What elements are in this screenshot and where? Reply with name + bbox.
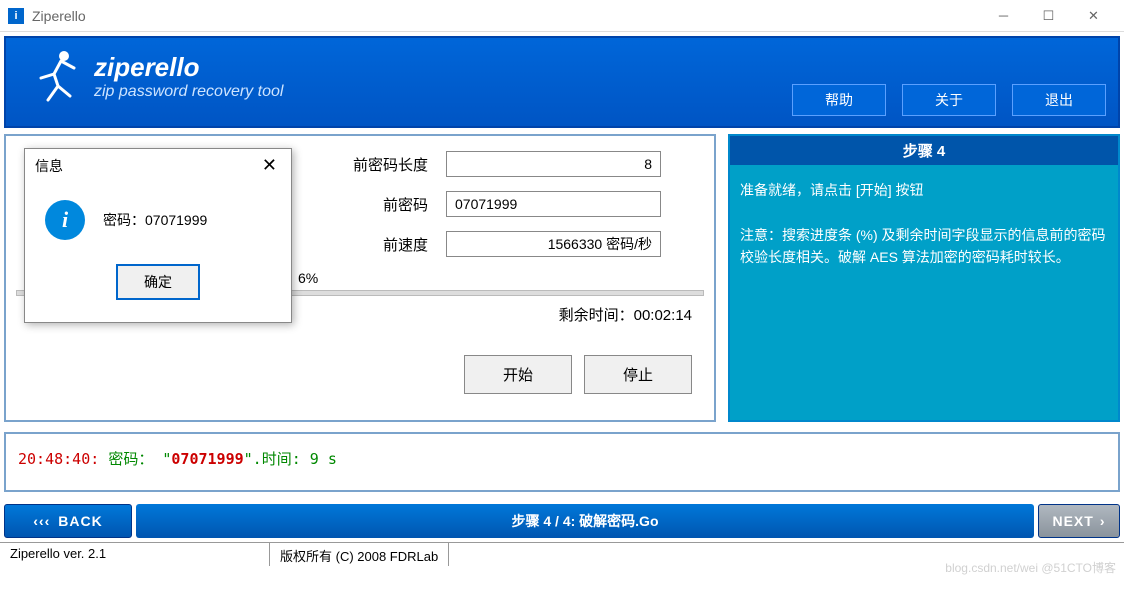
logo-icon: [26, 46, 86, 106]
tagline-text: zip password recovery tool: [94, 83, 283, 101]
copyright-text: 版权所有 (C) 2008 FDRLab: [270, 543, 449, 566]
cur-len-label: 前密码长度: [296, 154, 446, 175]
back-label: BACK: [58, 513, 102, 529]
dialog-msg-prefix: 密码：: [103, 212, 145, 228]
log-quote-close: ".: [244, 450, 262, 468]
log-label: 密码：: [108, 450, 153, 468]
start-button[interactable]: 开始: [464, 355, 572, 394]
window-title: Ziperello: [32, 8, 981, 24]
log-password: 07071999: [171, 450, 243, 468]
remaining-value: 00:02:14: [634, 307, 692, 324]
brand-text: ziperello: [94, 52, 283, 83]
window-controls: ─ ☐ ✕: [981, 2, 1116, 30]
chevron-right-icon: ›: [1100, 513, 1106, 529]
back-button[interactable]: ‹‹‹ BACK: [4, 504, 132, 538]
wizard-status: 步骤 4 / 4: 破解密码.Go: [136, 504, 1034, 538]
next-button[interactable]: NEXT ›: [1038, 504, 1120, 538]
dialog-close-icon[interactable]: ✕: [258, 155, 281, 176]
window-titlebar: i Ziperello ─ ☐ ✕: [0, 0, 1124, 32]
cur-len-value: 8: [446, 151, 661, 177]
stop-button[interactable]: 停止: [584, 355, 692, 394]
version-text: Ziperello ver. 2.1: [0, 543, 270, 566]
cur-speed-label: 前速度: [296, 234, 446, 255]
remaining-label: 剩余时间：: [559, 307, 634, 324]
app-header: ziperello zip password recovery tool 帮助 …: [4, 36, 1120, 128]
step-panel: 步骤 4 准备就绪，请点击 [开始] 按钮 注意：搜索进度条 (%) 及剩余时间…: [728, 134, 1120, 422]
log-panel: 20:48:40: 密码： "07071999".时间: 9 s: [4, 432, 1120, 492]
step-note: 注意：搜索进度条 (%) 及剩余时间字段显示的信息前的密码校验长度相关。破解 A…: [740, 224, 1108, 269]
ok-button[interactable]: 确定: [116, 264, 200, 300]
dialog-title: 信息: [35, 156, 63, 176]
close-button[interactable]: ✕: [1071, 2, 1116, 30]
next-label: NEXT: [1052, 513, 1093, 529]
help-button[interactable]: 帮助: [792, 84, 886, 116]
progress-percent: 6%: [298, 270, 704, 286]
step-title: 步骤 4: [730, 136, 1118, 165]
info-icon: i: [45, 200, 85, 240]
step-instruction: 准备就绪，请点击 [开始] 按钮: [740, 179, 1108, 201]
exit-button[interactable]: 退出: [1012, 84, 1106, 116]
maximize-button[interactable]: ☐: [1026, 2, 1071, 30]
dialog-message: 密码：07071999: [103, 210, 207, 230]
watermark-text: blog.csdn.net/wei @51CTO博客: [945, 559, 1116, 576]
dialog-msg-value: 07071999: [145, 212, 207, 228]
cur-pwd-label: 前密码: [296, 194, 446, 215]
cur-speed-value: 1566330 密码/秒: [446, 231, 661, 257]
info-dialog: 信息 ✕ i 密码：07071999 确定: [24, 148, 292, 323]
minimize-button[interactable]: ─: [981, 2, 1026, 30]
log-duration: 时间: 9 s: [262, 450, 337, 468]
log-time: 20:48:40:: [18, 450, 99, 468]
chevron-left-icon: ‹‹‹: [33, 513, 50, 529]
about-button[interactable]: 关于: [902, 84, 996, 116]
app-icon: i: [8, 8, 24, 24]
cur-pwd-value: 07071999: [446, 191, 661, 217]
wizard-nav: ‹‹‹ BACK 步骤 4 / 4: 破解密码.Go NEXT ›: [4, 504, 1120, 538]
